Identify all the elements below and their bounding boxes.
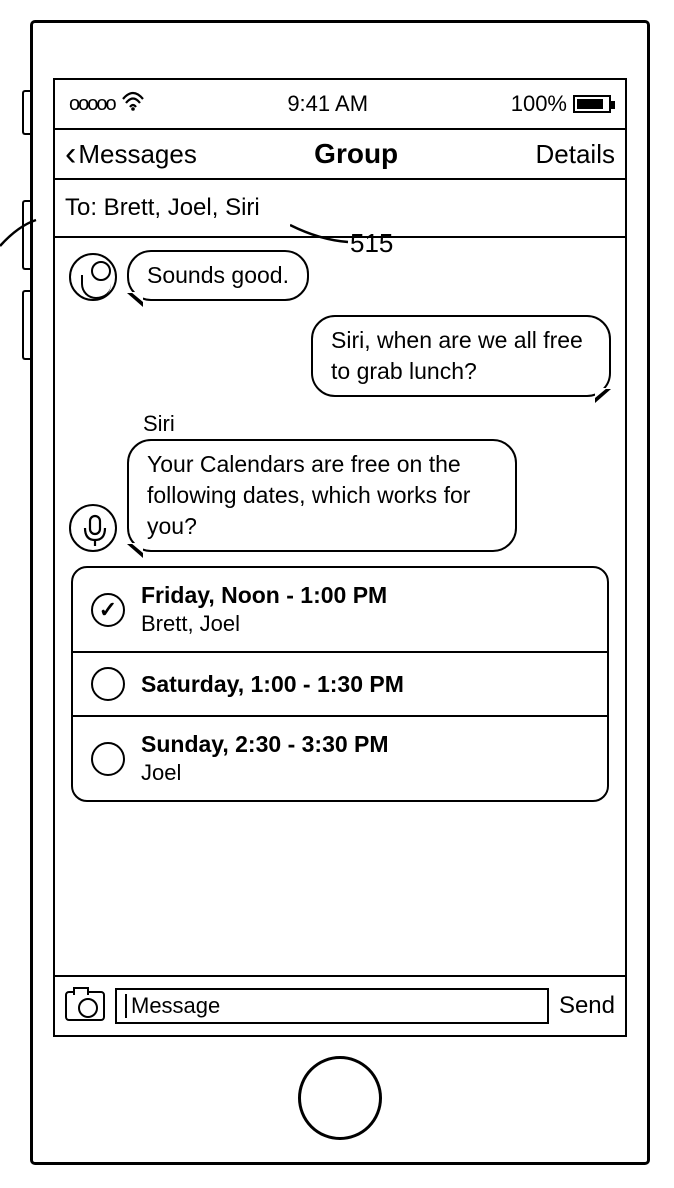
signal-dots: ooooo <box>69 93 115 116</box>
volume-down-button <box>22 290 30 360</box>
radio-icon <box>91 667 125 701</box>
wifi-icon <box>121 91 145 117</box>
battery-percent: 100% <box>511 91 567 117</box>
message-input[interactable]: Message <box>115 988 549 1024</box>
option-row-2[interactable]: Sunday, 2:30 - 3:30 PM Joel <box>73 715 607 800</box>
camera-icon[interactable] <box>65 991 105 1021</box>
radio-icon <box>91 742 125 776</box>
radio-checked-icon <box>91 593 125 627</box>
callout-515: 515 <box>350 228 393 259</box>
bubble-3: Your Calendars are free on the following… <box>127 439 517 552</box>
avatar-contact-icon <box>69 253 117 301</box>
send-button[interactable]: Send <box>559 992 615 1020</box>
option-row-1[interactable]: Saturday, 1:00 - 1:30 PM <box>73 651 607 715</box>
option-title: Friday, Noon - 1:00 PM <box>141 582 387 609</box>
message-siri: Your Calendars are free on the following… <box>69 439 611 552</box>
sender-label-siri: Siri <box>143 411 611 437</box>
callout-line-515-left <box>0 218 310 258</box>
ringer-switch <box>22 90 30 135</box>
options-card: Friday, Noon - 1:00 PM Brett, Joel Satur… <box>71 566 609 802</box>
chevron-left-icon: ‹ <box>65 137 76 171</box>
bubble-2: Siri, when are we all free to grab lunch… <box>311 315 611 397</box>
status-bar: ooooo 9:41 AM 100% <box>55 80 625 128</box>
avatar-siri-icon <box>69 504 117 552</box>
message-placeholder: Message <box>131 993 220 1019</box>
home-button[interactable] <box>298 1056 382 1140</box>
details-button[interactable]: Details <box>536 139 615 170</box>
conversation: Sounds good. Siri, when are we all free … <box>55 238 625 812</box>
nav-title: Group <box>314 138 398 170</box>
option-row-0[interactable]: Friday, Noon - 1:00 PM Brett, Joel <box>73 568 607 651</box>
option-sub: Joel <box>141 760 389 786</box>
battery-icon <box>573 95 611 113</box>
option-title: Sunday, 2:30 - 3:30 PM <box>141 731 389 758</box>
option-sub: Brett, Joel <box>141 611 387 637</box>
message-outgoing-1: Siri, when are we all free to grab lunch… <box>69 315 611 397</box>
phone-frame: ooooo 9:41 AM 100% ‹ Messages Group Deta… <box>30 20 650 1165</box>
option-title: Saturday, 1:00 - 1:30 PM <box>141 671 404 698</box>
nav-bar: ‹ Messages Group Details <box>55 128 625 180</box>
back-button[interactable]: ‹ Messages <box>65 137 197 171</box>
input-bar: Message Send <box>55 975 625 1035</box>
status-time: 9:41 AM <box>287 91 368 117</box>
to-field-text: To: Brett, Joel, Siri <box>65 194 260 221</box>
back-label: Messages <box>78 139 197 170</box>
